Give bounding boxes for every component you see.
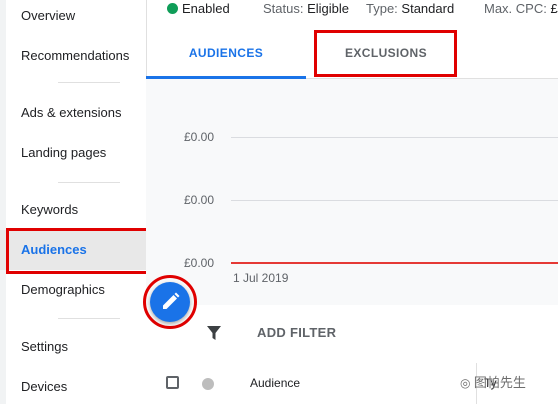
- filter-bar: ADD FILTER: [146, 305, 558, 364]
- status-field: Status: Eligible: [263, 1, 350, 16]
- series-line: [231, 262, 558, 264]
- select-all-checkbox[interactable]: [166, 376, 179, 389]
- sidebar-item-landing-pages[interactable]: Landing pages: [0, 133, 146, 173]
- y-tick-label: £0.00: [184, 256, 215, 270]
- green-dot-icon: [167, 3, 178, 14]
- type-field: Type: Standard: [366, 1, 455, 16]
- sidebar-divider: [58, 82, 120, 83]
- sidebar-item-ads-extensions[interactable]: Ads & extensions: [0, 93, 146, 133]
- filter-icon[interactable]: [206, 325, 222, 346]
- sidebar-divider: [58, 182, 120, 183]
- x-tick-label: 1 Jul 2019: [233, 271, 289, 285]
- sidebar-item-devices[interactable]: Devices: [0, 367, 146, 407]
- chart-gridline: [231, 200, 558, 201]
- sidebar-divider: [58, 318, 120, 319]
- tab-exclusions[interactable]: EXCLUSIONS: [316, 24, 456, 78]
- status-dot-icon: [202, 378, 214, 390]
- max-cpc-field: Max. CPC: £1: [484, 1, 558, 16]
- tab-audiences[interactable]: AUDIENCES: [146, 24, 306, 79]
- column-header-audience[interactable]: Audience: [250, 376, 300, 390]
- performance-chart: £0.00 £0.00 £0.00 1 Jul 2019: [146, 79, 558, 305]
- sidebar-item-keywords[interactable]: Keywords: [0, 190, 146, 230]
- sidebar-nav: Overview Recommendations Ads & extension…: [0, 0, 147, 404]
- y-tick-label: £0.00: [184, 130, 215, 144]
- campaign-status-bar: Enabled Status: Eligible Type: Standard …: [146, 0, 558, 24]
- watermark: ◎ 图帕先生: [460, 375, 526, 390]
- enabled-status[interactable]: Enabled: [167, 1, 230, 16]
- add-filter-button[interactable]: ADD FILTER: [257, 325, 336, 340]
- tab-bar: AUDIENCES EXCLUSIONS: [146, 24, 558, 79]
- edit-button[interactable]: [150, 282, 190, 322]
- sidebar-item-overview[interactable]: Overview: [0, 0, 146, 36]
- sidebar-item-recommendations[interactable]: Recommendations: [0, 36, 146, 76]
- y-tick-label: £0.00: [184, 193, 215, 207]
- sidebar-item-audiences[interactable]: Audiences: [0, 230, 146, 270]
- wechat-icon: ◎: [460, 376, 474, 390]
- chart-gridline: [231, 137, 558, 138]
- sidebar-item-demographics[interactable]: Demographics: [0, 270, 146, 310]
- pencil-icon: [163, 292, 180, 309]
- sidebar-item-settings[interactable]: Settings: [0, 327, 146, 367]
